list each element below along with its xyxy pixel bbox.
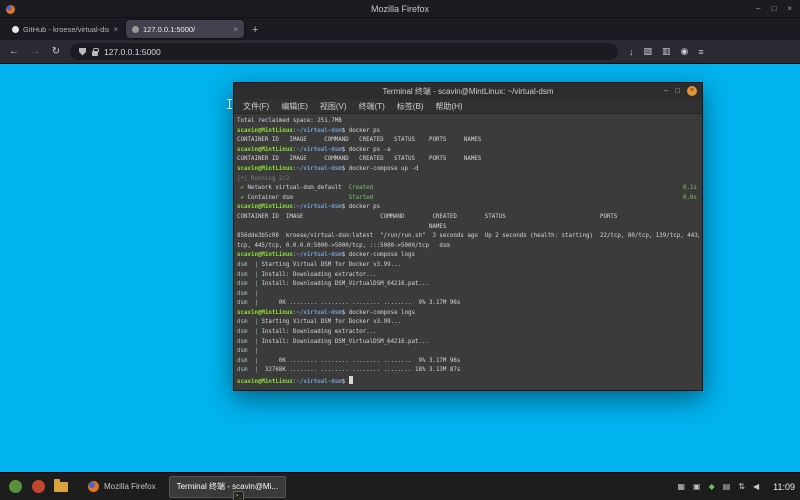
terminal-line: [+] Running 2/2 [237,175,290,182]
downloads-icon[interactable]: ↓ [629,47,634,57]
terminal-output[interactable]: Total reclaimed space: 251.7MB scavin@Min… [234,114,702,390]
browser-launcher[interactable] [28,477,48,497]
taskbar-window-button[interactable]: Mozilla Firefox [80,476,164,498]
system-tray: ▦ ▣ ◆ ▤ ⇅ ◀ [677,482,765,491]
url-bar[interactable]: 127.0.0.1:5000 [70,43,618,60]
extensions-icon[interactable]: ▧ [644,46,653,57]
notifications-icon[interactable]: ▣ [693,482,701,491]
terminal-line: dsm | 32768K ........ ........ ........ … [237,367,461,374]
terminal-menu-item[interactable]: 文件(F) [243,101,269,112]
terminal-line: 856dde3b5c08 kroese/virtual-dsm:latest "… [237,233,699,240]
terminal-menu-item[interactable]: 视图(V) [320,101,347,112]
mouse-text-cursor [227,99,232,109]
terminal-line: Total reclaimed space: 251.7MB [237,118,342,124]
terminal-line: dsm | Starting Virtual DSM for Docker v3… [237,319,402,326]
terminal-minimize-button[interactable]: – [664,87,668,95]
shield-icon[interactable]: ◆ [709,482,715,491]
firefox-app-icon [6,5,15,14]
terminal-line: tcp, 445/tcp, 0.0.0.0:5000->5000/tcp, ::… [237,242,450,249]
taskbar-window-label: Terminal 终端 - scavin@Mi... [176,482,279,491]
terminal-line: dsm | [237,348,258,355]
terminal-icon: >_ [233,491,244,500]
terminal-menubar: 文件(F) 编辑(E) 视图(V) 终端(T) 标签(B) 帮助(H) [234,99,702,114]
taskbar-window-label: Mozilla Firefox [104,482,156,491]
workspace-switcher-icon[interactable]: ▦ [677,482,685,491]
terminal-line: dsm | 0K ........ ........ ........ ....… [237,357,461,364]
maximize-button[interactable]: □ [771,5,776,13]
terminal-line: ✔ Container dsm Started 0.0s [237,194,697,201]
reload-button[interactable]: ↻ [49,46,63,57]
clipboard-icon[interactable]: ▤ [723,482,731,491]
terminal-line: dsm | Install: Downloading DSM_VirtualDS… [237,338,429,345]
browser-viewport[interactable]: Terminal 终端 - scavin@MintLinux: ~/virtua… [0,64,800,472]
back-button[interactable]: ← [7,46,21,57]
taskbar-window-button[interactable]: >_ Terminal 终端 - scavin@Mi... [168,475,287,500]
window-controls: – □ × [756,0,792,18]
browser-tab[interactable]: 127.0.0.1:5000/ × [126,20,244,38]
files-launcher[interactable] [51,477,71,497]
terminal-line: CONTAINER ID IMAGE COMMAND CREATED STATU… [237,156,482,163]
terminal-cursor [348,376,353,385]
volume-icon[interactable]: ◀ [753,482,759,491]
terminal-line: scavin@MintLinux:~/virtual-dsm$ docker p… [237,146,391,153]
forward-button[interactable]: → [28,46,42,57]
files-launcher-icon [54,478,68,492]
menu-button[interactable] [5,477,25,497]
terminal-line: dsm | [237,290,258,297]
new-tab-button[interactable]: + [252,24,258,36]
terminal-menu-item[interactable]: 帮助(H) [435,101,462,112]
terminal-line: dsm | Install: Downloading DSM_VirtualDS… [237,281,429,288]
tab-label: GitHub - kroese/virtual-dsm [23,24,110,34]
tab-favicon [12,25,19,33]
terminal-line: scavin@MintLinux:~/virtual-dsm$ [237,376,699,386]
terminal-line: scavin@MintLinux:~/virtual-dsm$ docker p… [237,127,381,134]
terminal-titlebar[interactable]: Terminal 终端 - scavin@MintLinux: ~/virtua… [234,83,702,99]
close-button[interactable]: × [787,5,792,13]
terminal-line: dsm | 0K ........ ........ ........ ....… [237,300,461,307]
nav-right-icons: ↓ ▧ ▥ ◉ ≡ [629,46,704,57]
terminal-line: NAMES [237,223,447,230]
terminal-menu-item[interactable]: 编辑(E) [281,101,308,112]
taskbar-clock[interactable]: 11:09 [773,482,795,492]
lock-icon[interactable] [92,47,99,56]
terminal-window[interactable]: Terminal 终端 - scavin@MintLinux: ~/virtua… [233,82,703,391]
terminal-menu-item[interactable]: 终端(T) [359,101,385,112]
terminal-line: CONTAINER ID IMAGE COMMAND CREATED STATU… [237,213,618,220]
terminal-line: scavin@MintLinux:~/virtual-dsm$ docker-c… [237,252,416,259]
firefox-icon [88,481,99,492]
window-title: Mozilla Firefox [370,3,429,14]
navigation-bar: ← → ↻ 127.0.0.1:5000 ↓ ▧ ▥ ◉ ≡ [0,40,800,64]
terminal-maximize-button[interactable]: □ [675,87,680,95]
terminal-line: CONTAINER ID IMAGE COMMAND CREATED STATU… [237,137,482,144]
terminal-line: dsm | Install: Downloading extractor... [237,329,377,336]
tracking-shield-icon[interactable] [79,47,86,56]
tab-close-icon[interactable]: × [233,25,238,34]
terminal-line: scavin@MintLinux:~/virtual-dsm$ docker p… [237,204,381,211]
taskbar: Mozilla Firefox >_ Terminal 终端 - scavin@Mi… [0,472,800,500]
menu-button-icon [8,480,22,493]
library-icon[interactable]: ▥ [662,46,671,57]
tab-close-icon[interactable]: × [113,25,118,34]
desktop: Mozilla Firefox – □ × GitHub - kroese/virt… [0,0,800,500]
terminal-window-controls: – □ × [664,83,697,99]
tab-favicon [132,25,139,33]
url-text[interactable]: 127.0.0.1:5000 [104,47,161,57]
tab-strip: GitHub - kroese/virtual-dsm × 127.0.0.1:50… [0,18,800,40]
terminal-line: dsm | Install: Downloading extractor... [237,271,377,278]
minimize-button[interactable]: – [756,5,760,13]
terminal-line: dsm | Starting Virtual DSM for Docker v3… [237,261,402,268]
firefox-titlebar: Mozilla Firefox – □ × [0,0,800,18]
tab-label: 127.0.0.1:5000/ [143,24,196,34]
terminal-title: Terminal 终端 - scavin@MintLinux: ~/virtua… [382,86,554,96]
terminal-menu-item[interactable]: 标签(B) [397,101,424,112]
account-icon[interactable]: ◉ [681,46,689,57]
browser-launcher-icon [31,480,45,493]
menu-icon[interactable]: ≡ [698,47,703,57]
browser-tab[interactable]: GitHub - kroese/virtual-dsm × [6,20,124,38]
network-icon[interactable]: ⇅ [738,482,745,491]
terminal-close-button[interactable]: × [687,86,697,96]
terminal-line: scavin@MintLinux:~/virtual-dsm$ docker-c… [237,165,419,172]
terminal-line: scavin@MintLinux:~/virtual-dsm$ docker-c… [237,309,416,316]
terminal-line: ✔ Network virtual-dsm_default Created 0.1… [237,185,697,192]
